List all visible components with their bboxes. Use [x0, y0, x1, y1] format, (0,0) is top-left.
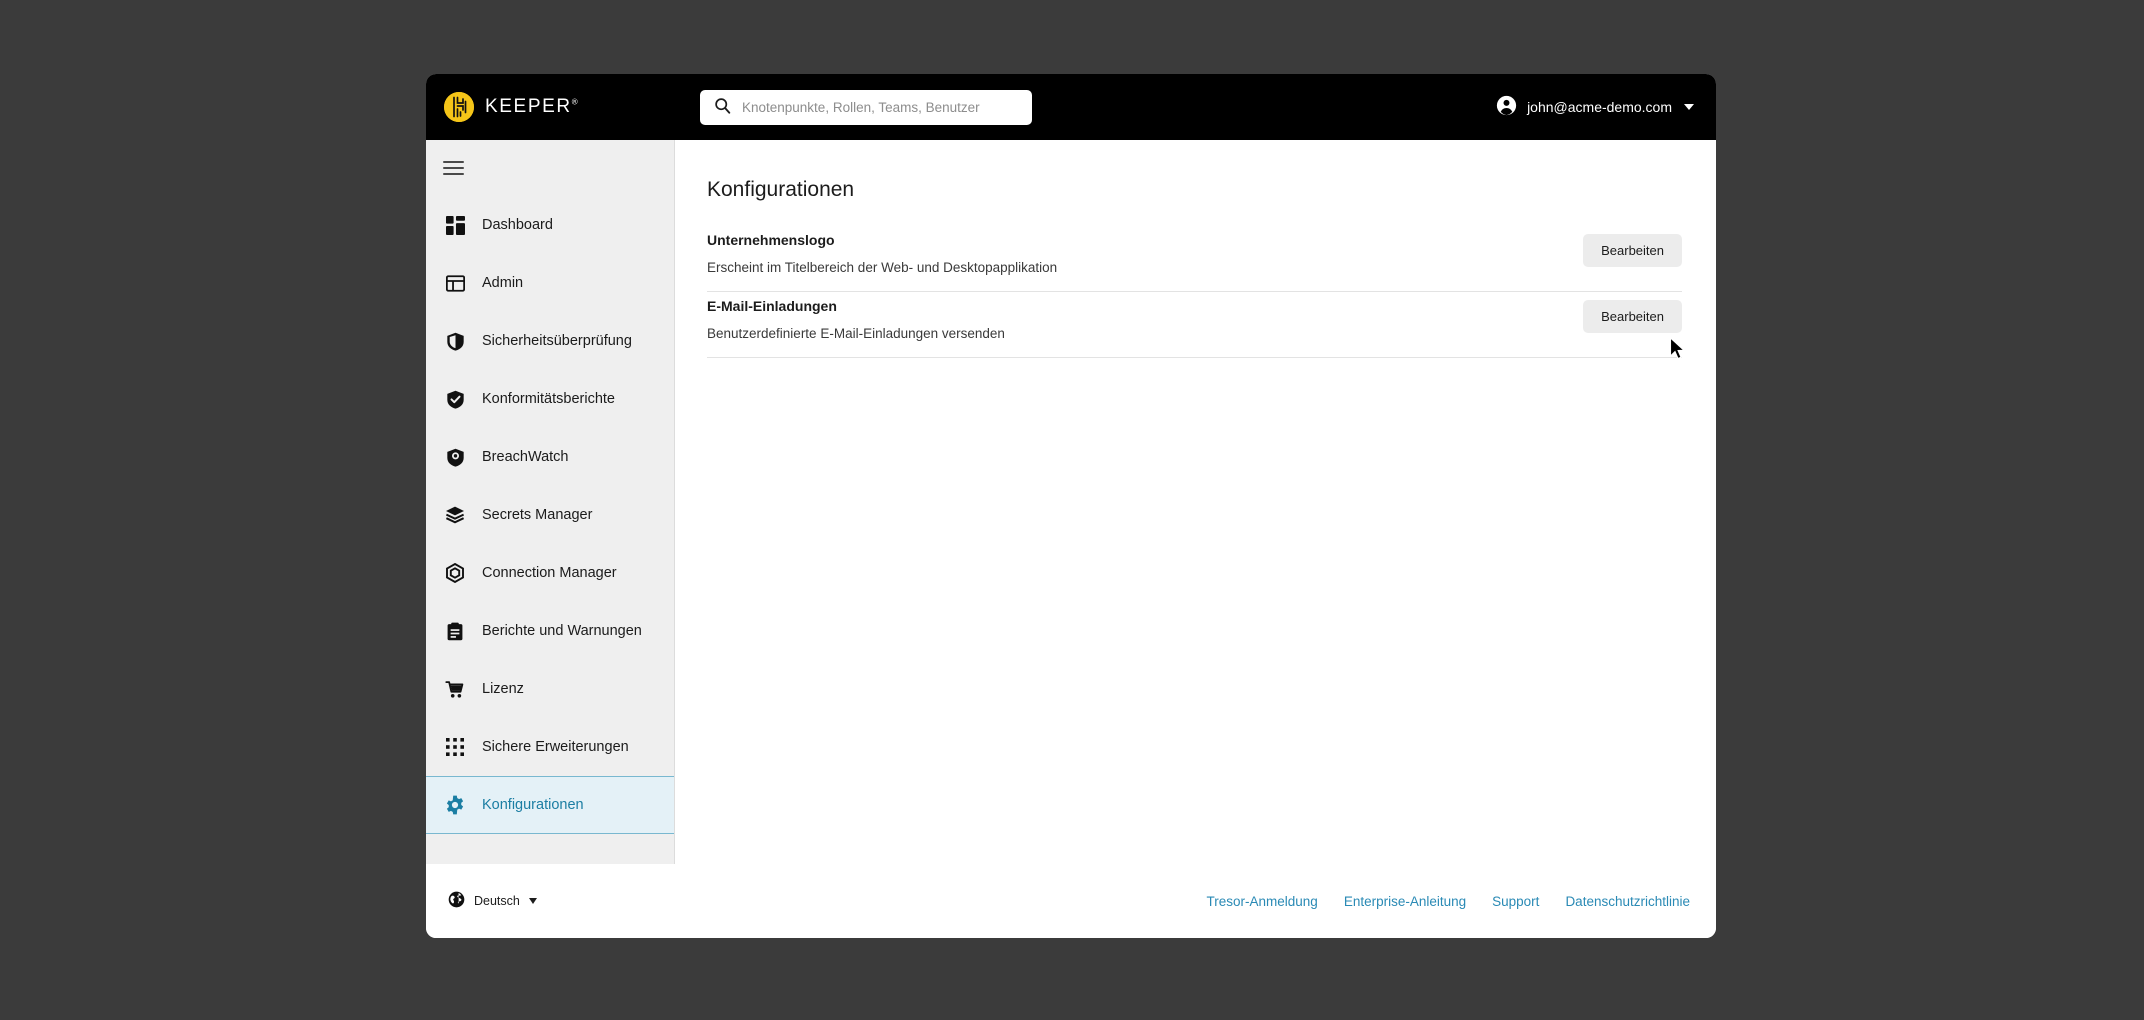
footer-link-support[interactable]: Support: [1492, 894, 1539, 909]
keeper-logo-icon: [444, 92, 474, 122]
chevron-down-icon: [1684, 104, 1694, 110]
sidebar-toggle-button[interactable]: [426, 140, 674, 196]
shopping-cart-icon: [444, 678, 466, 700]
setting-text-block: Unternehmenslogo Erscheint im Titelberei…: [707, 232, 1057, 275]
account-circle-icon: [1496, 95, 1517, 119]
sidebar-item-breachwatch[interactable]: BreachWatch: [426, 428, 674, 486]
setting-description: Erscheint im Titelbereich der Web- und D…: [707, 260, 1058, 275]
search-box[interactable]: [700, 90, 1032, 125]
hamburger-menu-icon: [443, 157, 464, 179]
shield-eye-icon: [444, 446, 466, 468]
body-region: Dashboard Admin Sicherheitsüberprüfung K…: [426, 140, 1716, 864]
sidebar-item-label: Admin: [482, 275, 524, 291]
search-input[interactable]: [742, 100, 1010, 115]
sidebar-item-connection-manager[interactable]: Connection Manager: [426, 544, 674, 602]
main-content: Konfigurationen Unternehmenslogo Erschei…: [675, 140, 1716, 864]
sidebar-item-compliance-reports[interactable]: Konformitätsberichte: [426, 370, 674, 428]
footer-link-enterprise-guide[interactable]: Enterprise-Anleitung: [1344, 894, 1466, 909]
search-container: [700, 90, 1032, 125]
sidebar-item-label: Berichte und Warnungen: [482, 623, 642, 639]
admin-panel-icon: [444, 272, 466, 294]
account-email: john@acme-demo.com: [1527, 99, 1672, 115]
dashboard-grid-icon: [444, 214, 466, 236]
footer-link-vault-login[interactable]: Tresor-Anmeldung: [1207, 894, 1318, 909]
setting-row-email-invites: E-Mail-Einladungen Benutzerdefinierte E-…: [707, 292, 1682, 358]
sidebar-item-dashboard[interactable]: Dashboard: [426, 196, 674, 254]
sidebar-item-label: Lizenz: [482, 681, 524, 697]
shield-check-icon: [444, 388, 466, 410]
sidebar-item-label: Sichere Erweiterungen: [482, 739, 629, 755]
registered-mark: ®: [571, 97, 578, 107]
clipboard-report-icon: [444, 620, 466, 642]
setting-row-company-logo: Unternehmenslogo Erscheint im Titelberei…: [707, 226, 1682, 292]
language-label: Deutsch: [474, 894, 520, 908]
sidebar-item-admin[interactable]: Admin: [426, 254, 674, 312]
hexagon-connection-icon: [444, 562, 466, 584]
footer-links: Tresor-Anmeldung Enterprise-Anleitung Su…: [1207, 894, 1690, 909]
sidebar-item-secure-addons[interactable]: Sichere Erweiterungen: [426, 718, 674, 776]
sidebar-item-configurations[interactable]: Konfigurationen: [426, 776, 674, 834]
brand-name: KEEPER®: [485, 96, 578, 117]
sidebar-item-label: Konformitätsberichte: [482, 391, 615, 407]
desktop-background: KEEPER® Knotenpunkte, Rollen, Teams, Ben…: [0, 0, 2144, 1020]
sidebar-item-security-audit[interactable]: Sicherheitsüberprüfung: [426, 312, 674, 370]
brand-logo[interactable]: KEEPER®: [444, 92, 652, 122]
sidebar-item-label: BreachWatch: [482, 449, 569, 465]
language-selector[interactable]: Deutsch: [448, 891, 537, 911]
sidebar-item-label: Secrets Manager: [482, 507, 593, 523]
sidebar-item-license[interactable]: Lizenz: [426, 660, 674, 718]
sidebar-item-secrets-manager[interactable]: Secrets Manager: [426, 486, 674, 544]
apps-grid-icon: [444, 736, 466, 758]
edit-company-logo-button[interactable]: Bearbeiten: [1583, 234, 1682, 267]
shield-half-icon: [444, 330, 466, 352]
setting-description: Benutzerdefinierte E-Mail-Einladungen ve…: [707, 326, 1005, 341]
sidebar-item-label: Connection Manager: [482, 565, 617, 581]
sidebar-item-label: Dashboard: [482, 217, 553, 233]
account-menu[interactable]: john@acme-demo.com: [1496, 95, 1694, 119]
layers-icon: [444, 504, 466, 526]
page-title: Konfigurationen: [707, 178, 855, 201]
app-window: KEEPER® Knotenpunkte, Rollen, Teams, Ben…: [426, 74, 1716, 938]
edit-email-invites-button[interactable]: Bearbeiten: [1583, 300, 1682, 333]
gear-icon: [444, 794, 466, 816]
globe-icon: [448, 891, 465, 911]
sidebar: Dashboard Admin Sicherheitsüberprüfung K…: [426, 140, 675, 864]
top-bar: KEEPER® Knotenpunkte, Rollen, Teams, Ben…: [426, 74, 1716, 140]
search-icon: [714, 97, 731, 119]
sidebar-item-reports-alerts[interactable]: Berichte und Warnungen: [426, 602, 674, 660]
footer: Deutsch Tresor-Anmeldung Enterprise-Anle…: [426, 864, 1716, 938]
setting-label: Unternehmenslogo: [707, 232, 835, 248]
footer-link-privacy-policy[interactable]: Datenschutzrichtlinie: [1565, 894, 1690, 909]
setting-text-block: E-Mail-Einladungen Benutzerdefinierte E-…: [707, 298, 1005, 341]
chevron-down-icon: [528, 898, 537, 904]
sidebar-item-label: Konfigurationen: [482, 797, 584, 813]
sidebar-item-label: Sicherheitsüberprüfung: [482, 333, 632, 349]
setting-label: E-Mail-Einladungen: [707, 298, 837, 314]
